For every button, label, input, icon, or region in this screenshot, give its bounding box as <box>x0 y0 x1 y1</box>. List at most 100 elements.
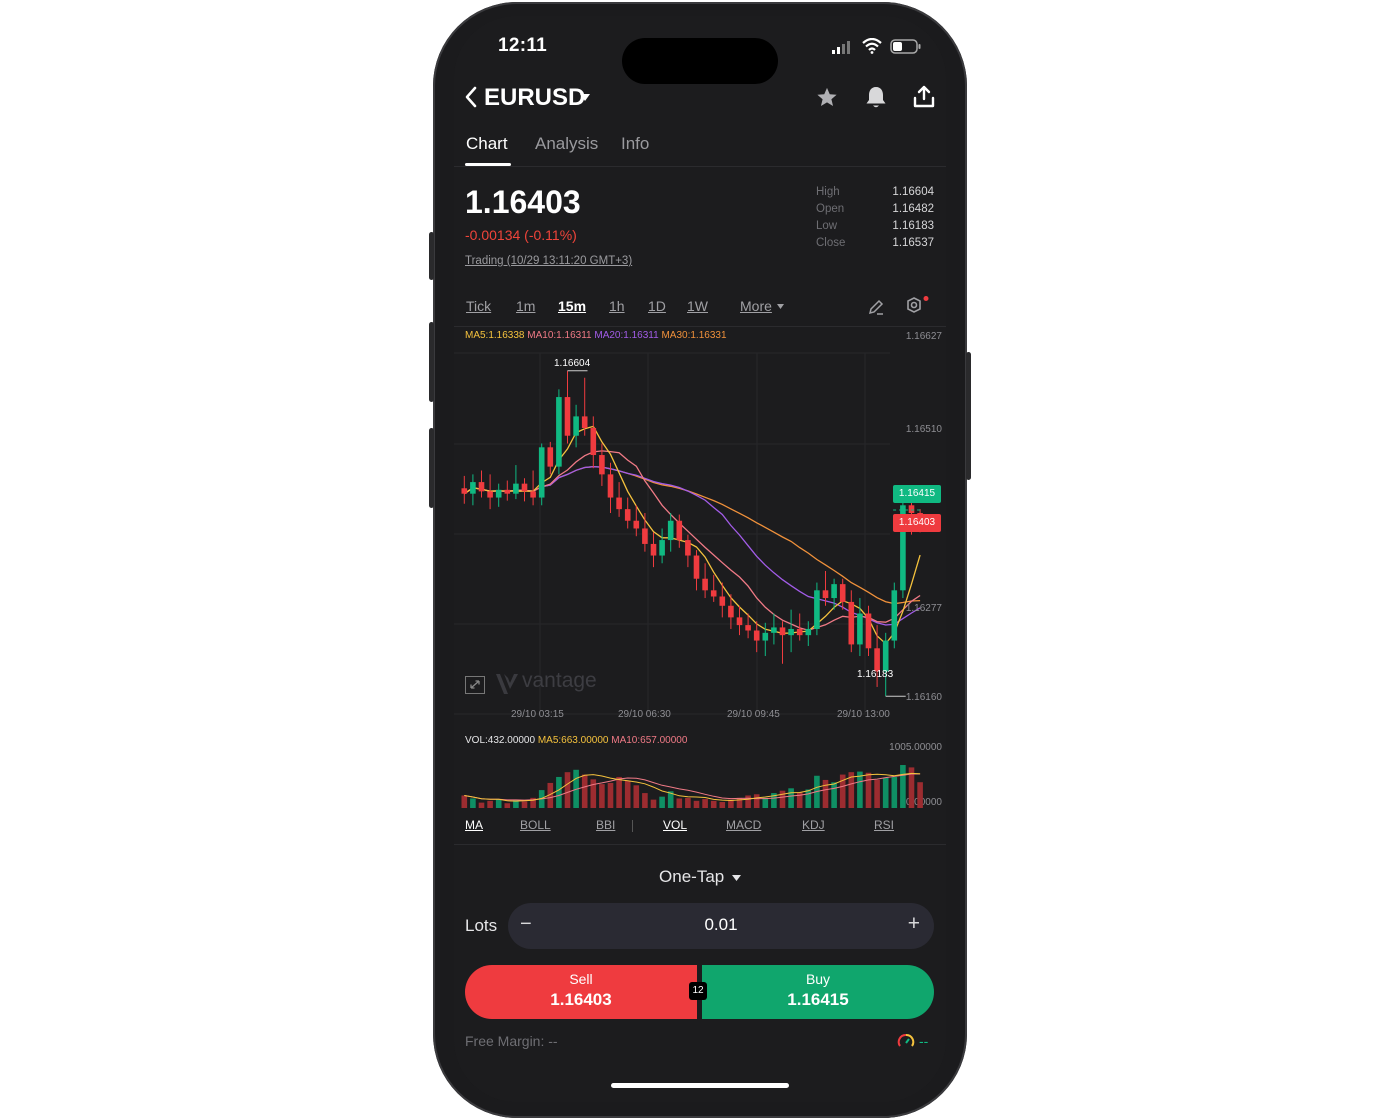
volume-bar <box>607 782 614 808</box>
buy-label: Buy <box>805 971 831 987</box>
bid-price-tag: 1.16403 <box>893 514 941 532</box>
volume-bar <box>504 803 511 808</box>
watermark-text: vantage <box>522 669 597 692</box>
tabs-divider <box>454 166 946 167</box>
volume-bar <box>719 802 726 808</box>
buy-price: 1.16415 <box>787 990 849 1009</box>
candle-body <box>771 627 777 633</box>
candle-body <box>779 627 786 636</box>
more-dropdown-icon[interactable] <box>777 304 784 309</box>
candle-body <box>650 543 657 556</box>
volume-bar <box>831 782 837 808</box>
timeframe-more[interactable]: More <box>740 298 772 314</box>
candle-body <box>624 509 631 521</box>
back-icon[interactable] <box>464 86 478 108</box>
timeframe-1m[interactable]: 1m <box>516 298 535 314</box>
lots-input[interactable]: 0.01 <box>508 915 934 935</box>
volume-legend: VOL:432.00000 MA5:663.00000 MA10:657.000… <box>465 735 687 746</box>
volume-bar <box>650 799 657 808</box>
indicator-boll[interactable]: BOLL <box>520 818 551 832</box>
time-axis-label-1: 29/10 03:15 <box>511 709 564 720</box>
fullscreen-icon[interactable] <box>465 676 485 694</box>
app-screen: 12:11 EURUSD Chart Analysis Info 1.16403… <box>454 16 946 1102</box>
candle-body <box>470 482 476 494</box>
price-axis-label-2: 1.16510 <box>905 424 942 435</box>
candle-body <box>642 528 648 544</box>
timeframe-1w[interactable]: 1W <box>687 298 708 314</box>
indicator-ma[interactable]: MA <box>465 818 483 832</box>
volume-bar <box>891 776 898 808</box>
timeframe-1d[interactable]: 1D <box>648 298 666 314</box>
signal-icon <box>832 41 850 54</box>
volume-bar <box>624 780 631 808</box>
trading-status-link[interactable]: Trading (10/29 13:11:20 GMT+3) <box>465 255 632 267</box>
candle-body <box>719 596 726 606</box>
symbol-title[interactable]: EURUSD <box>484 84 585 112</box>
candle-body <box>693 555 700 579</box>
home-indicator <box>611 1083 789 1088</box>
volume-bar <box>556 776 562 808</box>
time-axis-label-3: 29/10 09:45 <box>727 709 780 720</box>
order-mode-selector[interactable]: One-Tap <box>454 867 946 887</box>
volume-bar <box>822 779 829 808</box>
volume-ma5: MA5:663.00000 <box>537 735 609 746</box>
candle-body <box>891 590 898 641</box>
low-marker-label: 1.16183 <box>857 669 894 680</box>
symbol-dropdown-icon[interactable] <box>580 94 590 101</box>
timeframe-15m[interactable]: 15m <box>558 298 586 314</box>
candle-body <box>478 482 485 492</box>
candle-body <box>599 455 605 475</box>
chart-settings-icon[interactable] <box>905 296 929 318</box>
candle-body <box>530 491 536 498</box>
favorite-star-icon[interactable] <box>816 86 838 108</box>
candle-body <box>753 630 760 641</box>
candle-body <box>788 628 794 636</box>
volume-bar <box>865 772 872 808</box>
tab-analysis[interactable]: Analysis <box>535 134 598 154</box>
indicator-separator <box>632 820 633 832</box>
timeframe-tick[interactable]: Tick <box>466 298 491 314</box>
candle-body <box>839 584 846 602</box>
candle-body <box>814 590 820 629</box>
volume-bar <box>633 785 640 808</box>
stat-low-value: 1.16183 <box>892 220 934 232</box>
candle-body <box>495 489 502 498</box>
lots-increase-button[interactable]: + <box>908 912 920 936</box>
timeframe-1h[interactable]: 1h <box>609 298 625 314</box>
price-axis-label-4: 1.16160 <box>905 692 942 703</box>
price-change: -0.00134 (-0.11%) <box>465 227 577 243</box>
buy-button[interactable]: Buy 1.16415 <box>702 965 934 1019</box>
tab-chart[interactable]: Chart <box>466 134 508 154</box>
indicator-vol[interactable]: VOL <box>663 818 687 832</box>
volume-bar <box>685 797 691 808</box>
dynamic-island <box>622 38 778 84</box>
stat-low-label: Low <box>816 220 838 232</box>
share-icon[interactable] <box>913 85 935 109</box>
margin-gauge-icon[interactable] <box>897 1033 915 1051</box>
status-icons <box>832 38 924 56</box>
indicator-bbi[interactable]: BBI <box>596 818 615 832</box>
tab-info[interactable]: Info <box>621 134 649 154</box>
volume-bar <box>882 777 889 808</box>
volume-chart[interactable] <box>454 746 946 810</box>
price-alert-bell-icon[interactable] <box>865 85 887 109</box>
indicator-kdj[interactable]: KDJ <box>802 818 825 832</box>
volume-bar <box>461 795 468 808</box>
draw-tool-icon[interactable] <box>867 298 885 316</box>
sell-button[interactable]: Sell 1.16403 <box>465 965 697 1019</box>
indicator-macd[interactable]: MACD <box>726 818 761 832</box>
volume-bar <box>779 790 786 808</box>
vantage-logo-icon <box>496 674 518 694</box>
volume-bar <box>642 793 648 808</box>
volume-bar <box>478 802 485 808</box>
volume-bar <box>805 789 812 808</box>
indicator-rsi[interactable]: RSI <box>874 818 894 832</box>
candle-body <box>547 447 554 467</box>
lots-label: Lots <box>465 916 498 935</box>
order-mode-dropdown-icon <box>731 874 741 881</box>
current-price: 1.16403 <box>465 184 581 220</box>
candle-body <box>685 540 691 556</box>
spread-badge: 12 <box>689 982 707 1000</box>
volume-bar <box>745 795 751 808</box>
ask-price-tag: 1.16415 <box>893 485 941 503</box>
